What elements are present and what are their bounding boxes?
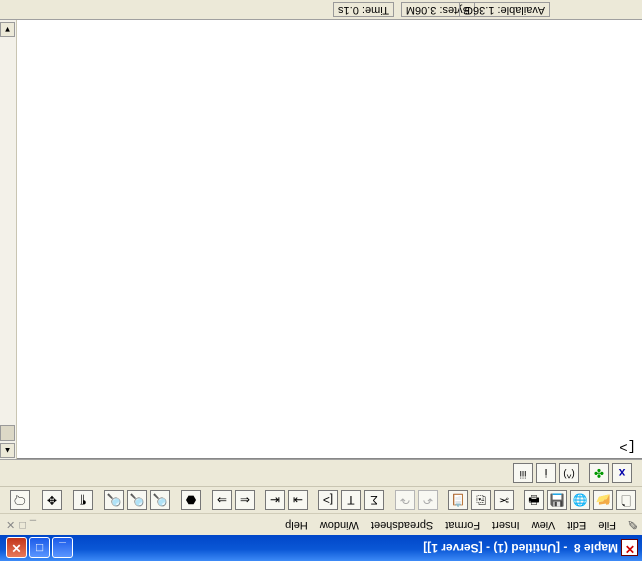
status-available: Available: 1.36G [459, 2, 550, 17]
stop-icon[interactable]: ⬣ [181, 490, 201, 510]
close-button[interactable]: ✕ [6, 537, 27, 558]
mdi-restore-button[interactable]: □ [19, 518, 26, 531]
zoom-150-icon[interactable]: 🔍 [127, 490, 147, 510]
undo-icon[interactable]: ↶ [418, 490, 438, 510]
menu-format[interactable]: Format [445, 519, 480, 531]
open-url-icon[interactable]: 🌐 [570, 490, 590, 510]
menu-edit[interactable]: Edit [567, 519, 586, 531]
mdi-minimize-button[interactable]: _ [30, 518, 36, 531]
menu-spreadsheet[interactable]: Spreadsheet [371, 519, 433, 531]
save-icon[interactable]: 💾 [547, 490, 567, 510]
maple-app-icon[interactable] [621, 539, 638, 556]
mdi-close-button[interactable]: ✕ [6, 518, 15, 531]
vertical-scrollbar[interactable]: ▲ ▼ [0, 20, 17, 459]
indent-icon[interactable]: ⇥ [288, 490, 308, 510]
print-icon[interactable]: 🖶 [524, 490, 544, 510]
paste-icon[interactable]: 📋 [448, 490, 468, 510]
zoom-200-icon[interactable]: 🔍 [104, 490, 124, 510]
menu-bar: ✎ File Edit View Insert Format Spreadshe… [0, 513, 642, 534]
help-icon[interactable]: 🗨 [10, 490, 30, 510]
sum-icon[interactable]: Σ [364, 490, 384, 510]
forward-arrow-icon[interactable]: ⇒ [212, 490, 232, 510]
maple-prompt[interactable]: [> [619, 438, 636, 454]
x-icon[interactable]: x [612, 463, 632, 483]
menu-view[interactable]: View [532, 519, 556, 531]
copy-icon[interactable]: ⎘ [471, 490, 491, 510]
minimize-button[interactable]: _ [52, 537, 73, 558]
maple-window: Maple 8 - [Untitled (1) - [Server 1]] _ … [0, 0, 642, 561]
maximize-button[interactable]: □ [29, 537, 50, 558]
restart-icon[interactable]: ✥ [42, 490, 62, 510]
text-mode-icon[interactable]: T [341, 490, 361, 510]
display-toggle-icon[interactable]: ¶ [73, 490, 93, 510]
standard-toolbar: 🗋 📂 🌐 💾 🖶 ✂ ⎘ 📋 ↶ ↷ Σ T [> ⇥ ⇤ ⇐ ⇒ ⬣ 🔍 🔍… [0, 486, 642, 513]
italic-i-icon[interactable]: i [536, 463, 556, 483]
menu-window[interactable]: Window [320, 519, 359, 531]
worksheet-area[interactable]: [> [17, 19, 642, 459]
document-icon[interactable]: ✎ [622, 516, 638, 532]
new-icon[interactable]: 🗋 [616, 490, 636, 510]
scroll-down-arrow-icon[interactable]: ▼ [0, 22, 15, 37]
mdi-controls: _ □ ✕ [6, 518, 36, 531]
back-arrow-icon[interactable]: ⇐ [235, 490, 255, 510]
iii-icon[interactable]: iii [513, 463, 533, 483]
zoom-100-icon[interactable]: 🔍 [150, 490, 170, 510]
menu-file[interactable]: File [598, 519, 616, 531]
cut-icon[interactable]: ✂ [494, 490, 514, 510]
open-icon[interactable]: 📂 [593, 490, 613, 510]
exponent-icon[interactable]: (^) [559, 463, 579, 483]
scroll-up-arrow-icon[interactable]: ▲ [0, 443, 15, 458]
maple-leaf-icon[interactable]: ✤ [589, 463, 609, 483]
menu-help[interactable]: Help [285, 519, 308, 531]
insert-prompt-icon[interactable]: [> [318, 490, 338, 510]
redo-icon[interactable]: ↷ [395, 490, 415, 510]
menu-items: File Edit View Insert Format Spreadsheet… [285, 519, 616, 531]
status-time: Time: 0.1s [333, 2, 394, 17]
status-bar: Time: 0.1s Bytes: 3.06M Available: 1.36G [0, 0, 642, 20]
scroll-thumb[interactable] [0, 425, 15, 441]
context-toolbar: x ✤ (^) i iii [0, 459, 642, 486]
title-bar[interactable]: Maple 8 - [Untitled (1) - [Server 1]] _ … [0, 535, 642, 561]
menu-insert[interactable]: Insert [492, 519, 520, 531]
window-title: Maple 8 - [Untitled (1) - [Server 1]] [423, 541, 618, 555]
outdent-icon[interactable]: ⇤ [265, 490, 285, 510]
